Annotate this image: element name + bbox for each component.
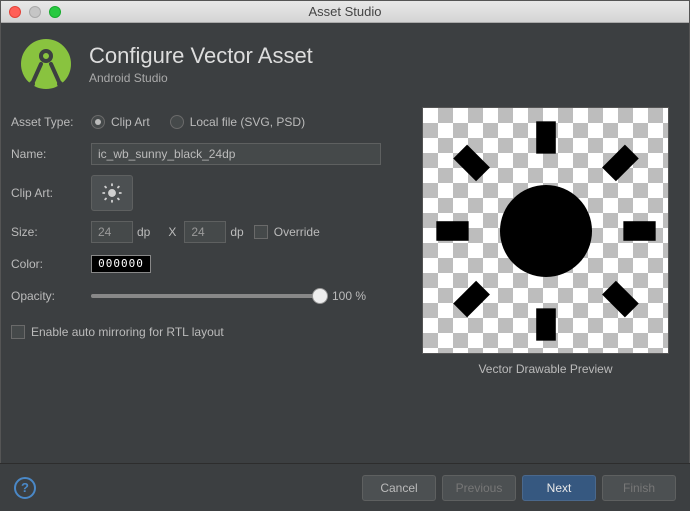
override-checkbox[interactable]: [254, 225, 268, 239]
preview-area: Vector Drawable Preview: [422, 107, 669, 376]
rtl-row: Enable auto mirroring for RTL layout: [11, 325, 400, 339]
size-height-dp: dp: [230, 225, 243, 239]
asset-type-localfile-radio[interactable]: [170, 115, 184, 129]
wb-sunny-icon: [101, 182, 123, 204]
clip-art-row: Clip Art:: [11, 171, 400, 215]
asset-type-label: Asset Type:: [11, 115, 91, 129]
form: Asset Type: Clip Art Local file (SVG, PS…: [11, 107, 400, 376]
asset-type-localfile-radio-label[interactable]: Local file (SVG, PSD): [190, 115, 305, 129]
name-row: Name:: [11, 139, 400, 169]
next-button[interactable]: Next: [522, 475, 596, 501]
dialog-body: Asset Type: Clip Art Local file (SVG, PS…: [1, 101, 689, 376]
rtl-mirror-checkbox[interactable]: [11, 325, 25, 339]
rtl-mirror-label[interactable]: Enable auto mirroring for RTL layout: [31, 325, 224, 339]
color-row: Color: 000000: [11, 249, 400, 279]
finish-button[interactable]: Finish: [602, 475, 676, 501]
window-title: Asset Studio: [1, 4, 689, 19]
asset-type-clipart-radio[interactable]: [91, 115, 105, 129]
override-label[interactable]: Override: [274, 225, 320, 239]
size-row: Size: dp X dp Override: [11, 217, 400, 247]
asset-type-row: Asset Type: Clip Art Local file (SVG, PS…: [11, 107, 400, 137]
preview-wb-sunny-icon: [428, 113, 663, 348]
android-studio-logo-icon: [21, 39, 71, 89]
size-width-dp: dp: [137, 225, 150, 239]
previous-button[interactable]: Previous: [442, 475, 516, 501]
clip-art-label: Clip Art:: [11, 186, 91, 200]
vector-preview: [422, 107, 669, 354]
asset-type-clipart-radio-label[interactable]: Clip Art: [111, 115, 150, 129]
titlebar: Asset Studio: [1, 1, 689, 23]
opacity-row: Opacity: 100 %: [11, 281, 400, 311]
header-text: Configure Vector Asset Android Studio: [89, 43, 313, 85]
size-height-input[interactable]: [184, 221, 226, 243]
opacity-slider[interactable]: [91, 294, 320, 298]
name-label: Name:: [11, 147, 91, 161]
opacity-label: Opacity:: [11, 289, 91, 303]
help-button[interactable]: ?: [14, 477, 36, 499]
size-label: Size:: [11, 225, 91, 239]
size-width-input[interactable]: [91, 221, 133, 243]
dialog-title: Configure Vector Asset: [89, 43, 313, 69]
dialog-header: Configure Vector Asset Android Studio: [1, 23, 689, 101]
opacity-value: 100 %: [332, 289, 380, 303]
name-input[interactable]: [91, 143, 381, 165]
dialog-footer: ? Cancel Previous Next Finish: [0, 463, 690, 511]
color-label: Color:: [11, 257, 91, 271]
size-x-separator: X: [168, 225, 176, 239]
clip-art-picker-button[interactable]: [91, 175, 133, 211]
slider-thumb[interactable]: [312, 288, 328, 304]
preview-caption: Vector Drawable Preview: [422, 362, 669, 376]
dialog-subtitle: Android Studio: [89, 71, 313, 85]
color-picker[interactable]: 000000: [91, 255, 151, 273]
cancel-button[interactable]: Cancel: [362, 475, 436, 501]
